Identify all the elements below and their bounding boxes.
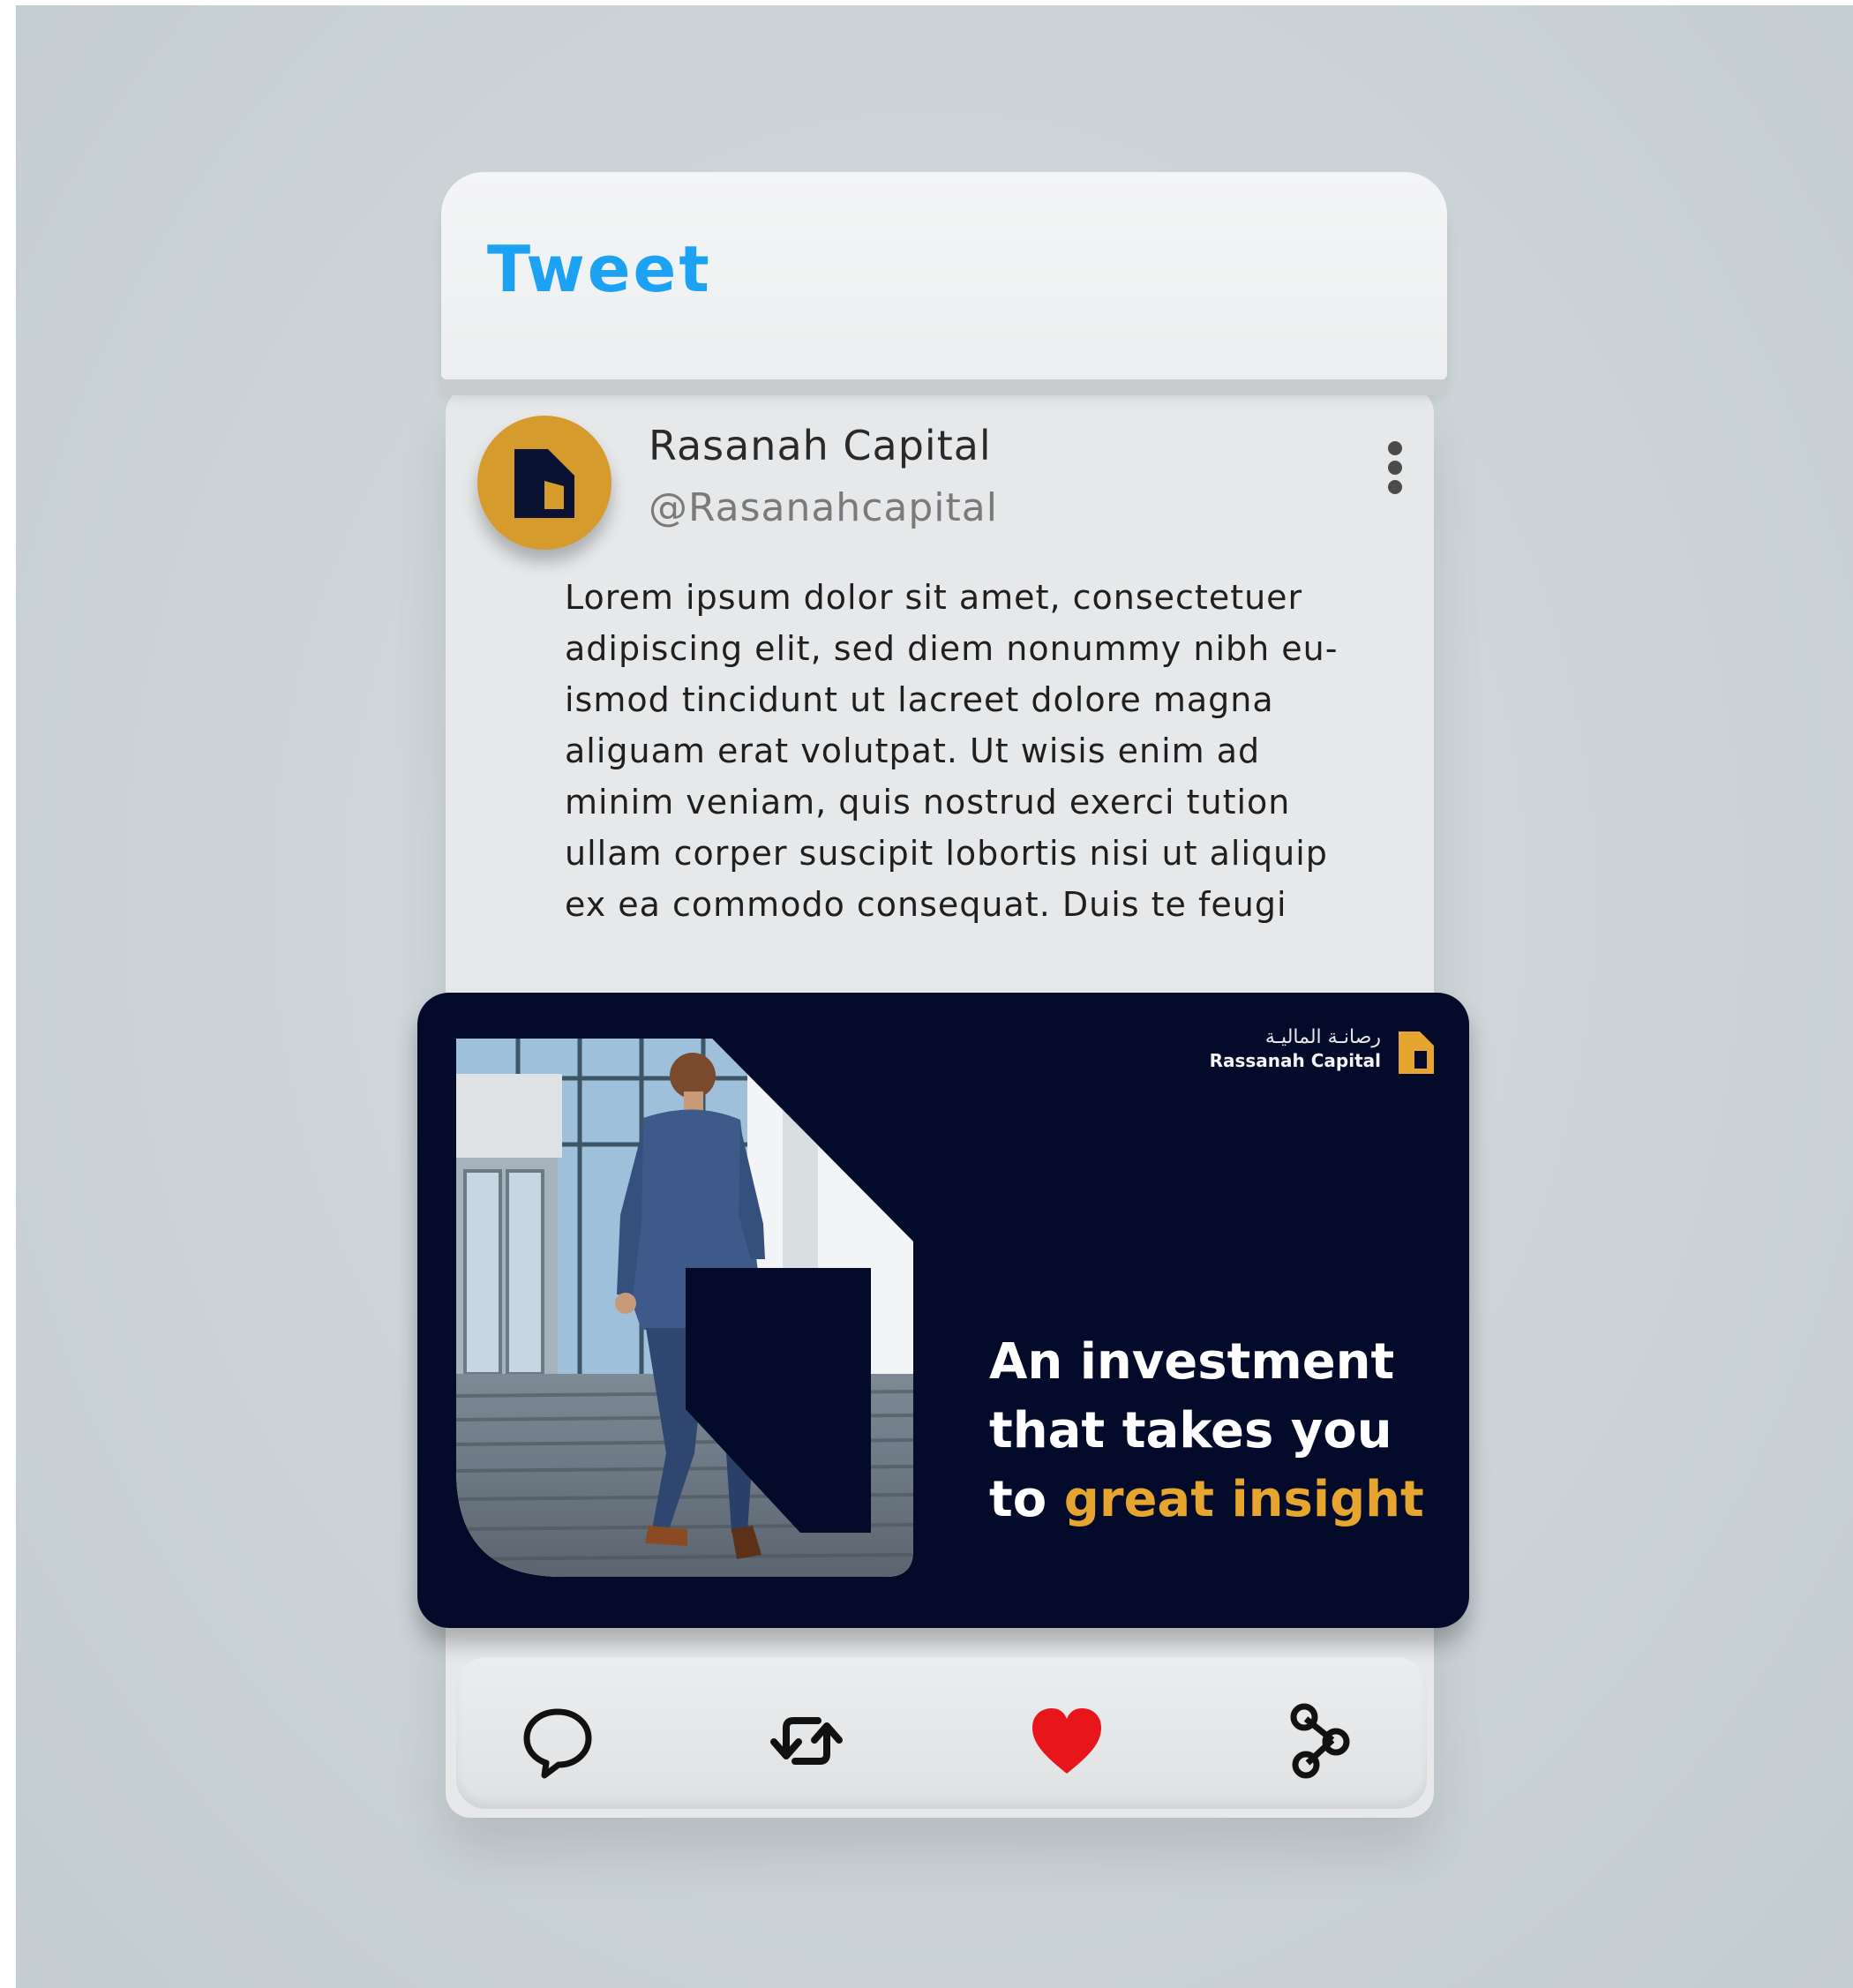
card-header: Tweet — [441, 172, 1447, 379]
headline-line: that takes you — [989, 1402, 1392, 1459]
media-photo — [456, 1039, 913, 1577]
media-headline: An investment that takes you to great in… — [989, 1328, 1424, 1534]
tweet-text: Lorem ipsum dolor sit amet, consectetuer… — [565, 572, 1359, 930]
avatar[interactable] — [477, 416, 611, 550]
brand-english: Rassanah Capital — [1209, 1050, 1381, 1071]
tweet-line: ex ea commodo consequat. Duis te feugi — [565, 885, 1287, 924]
tweet-line: aliguam erat volutpat. Ut wisis enim ad — [565, 731, 1261, 770]
header-title: Tweet — [487, 232, 712, 306]
heart-icon[interactable] — [1027, 1701, 1107, 1781]
brand-arabic: رصانـة الماليـة — [1264, 1026, 1381, 1048]
headline-line: An investment — [989, 1333, 1395, 1391]
tweet-line: Lorem ipsum dolor sit amet, consectetuer — [565, 578, 1303, 617]
headline-prefix: to — [989, 1471, 1064, 1528]
more-options-icon[interactable] — [1385, 441, 1405, 496]
account-name[interactable]: Rasanah Capital — [649, 422, 992, 469]
brand-lockup: رصانـة الماليـة Rassanah Capital — [1209, 1026, 1436, 1074]
tweet-media[interactable]: رصانـة الماليـة Rassanah Capital An inve… — [417, 993, 1469, 1628]
account-handle[interactable]: @Rasanahcapital — [649, 485, 998, 530]
headline-accent: great insight — [1063, 1471, 1424, 1528]
rasanah-logo-icon — [514, 449, 574, 518]
tweet-line: ismod tincidunt ut lacreet dolore magna — [565, 680, 1274, 719]
comment-icon[interactable] — [518, 1701, 597, 1781]
tweet-line: adipiscing elit, sed diem nonummy nibh e… — [565, 629, 1339, 668]
left-border — [0, 0, 16, 1988]
headline-line: to great insight — [989, 1466, 1424, 1534]
tweet-line: ullam corper suscipit lobortis nisi ut a… — [565, 834, 1328, 873]
share-icon[interactable] — [1281, 1701, 1361, 1781]
tweet-line: minim veniam, quis nostrud exerci tution — [565, 783, 1291, 821]
action-bar — [456, 1657, 1427, 1807]
retweet-icon[interactable] — [767, 1701, 846, 1781]
header-ledge — [441, 379, 1447, 395]
rasanah-logo-icon — [1399, 1032, 1434, 1074]
